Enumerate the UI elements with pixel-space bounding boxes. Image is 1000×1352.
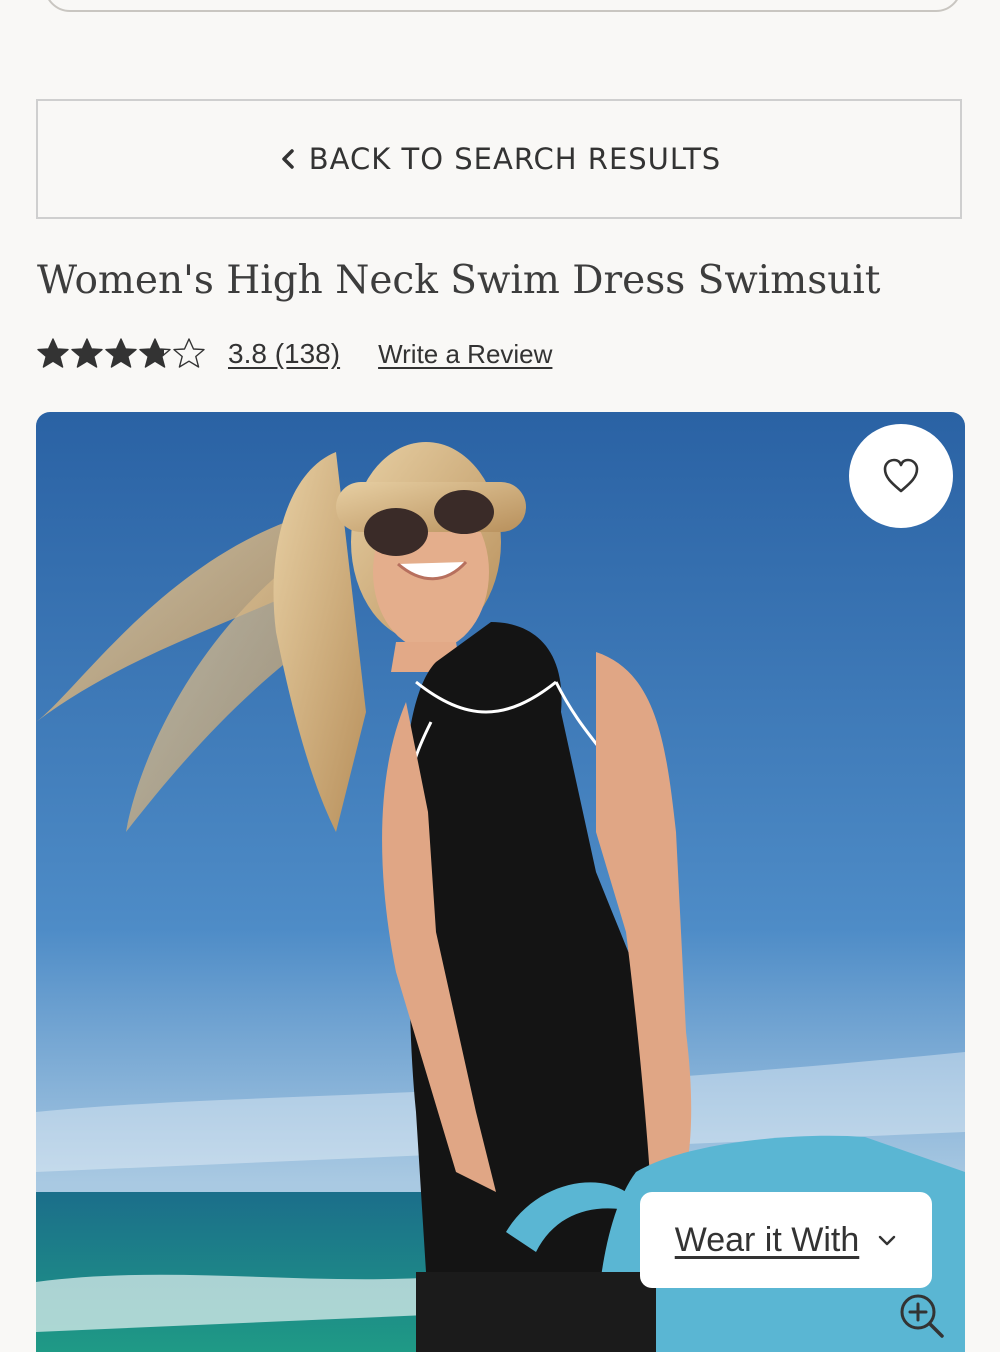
star-full-icon (37, 338, 69, 368)
search-field[interactable] (44, 0, 962, 12)
rating-row: 3.8 (138) Write a Review (36, 333, 552, 375)
wear-it-with-label: Wear it With (674, 1220, 860, 1259)
back-to-search-results-button[interactable]: BACK TO SEARCH RESULTS (36, 99, 962, 219)
chevron-left-icon (282, 149, 294, 169)
product-image[interactable]: Wear it With (36, 412, 965, 1352)
chevron-down-icon (879, 1235, 896, 1246)
rating-link[interactable]: 3.8 (138) (228, 338, 340, 370)
product-title: Women's High Neck Swim Dress Swimsuit (37, 258, 881, 303)
wear-it-with-button[interactable]: Wear it With (640, 1192, 932, 1288)
write-review-link[interactable]: Write a Review (378, 339, 552, 370)
star-rating (36, 334, 206, 374)
star-empty-icon (173, 338, 205, 368)
star-partial-icon (139, 338, 171, 368)
favorite-button[interactable] (849, 424, 953, 528)
star-full-icon (105, 338, 137, 368)
heart-icon (883, 458, 919, 493)
star-full-icon (71, 338, 103, 368)
zoom-in-icon[interactable] (898, 1292, 944, 1338)
back-button-label: BACK TO SEARCH RESULTS (308, 142, 722, 176)
